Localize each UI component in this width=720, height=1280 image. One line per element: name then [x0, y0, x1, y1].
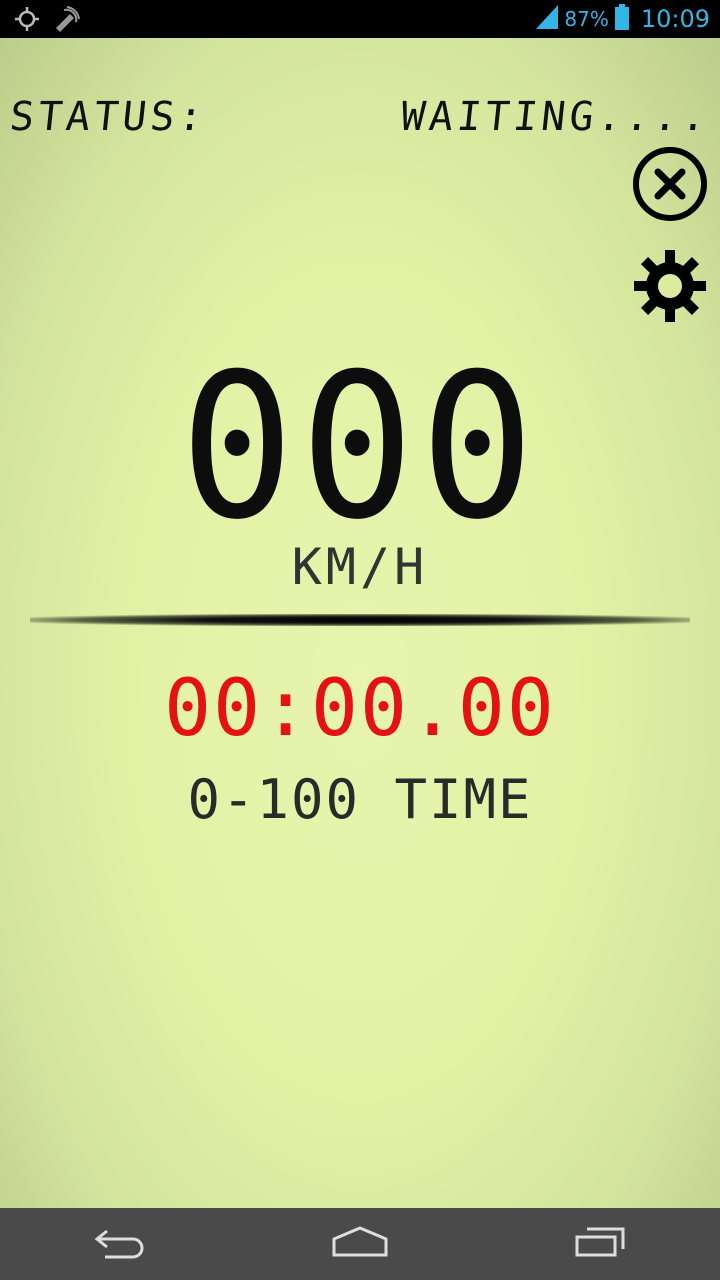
close-icon [632, 146, 708, 226]
lcd-display: STATUS: WAITING.... 000 KM/H 00:00.00 0-… [0, 38, 720, 1208]
gear-icon [632, 248, 708, 328]
speed-unit: KM/H [291, 538, 429, 596]
battery-percent: 87% [564, 7, 609, 31]
signal-icon [536, 5, 559, 33]
battery-icon [614, 4, 629, 34]
speed-readout: 000 [179, 331, 541, 564]
home-icon [331, 1225, 389, 1263]
status-label: STATUS: [7, 94, 209, 140]
clock: 10:09 [640, 5, 710, 33]
back-icon [93, 1225, 147, 1263]
gps-icon [14, 6, 40, 36]
navigation-bar [0, 1208, 720, 1280]
recents-icon [573, 1225, 627, 1263]
divider [30, 614, 690, 626]
timer-readout: 00:00.00 [164, 664, 556, 754]
settings-button[interactable] [632, 250, 708, 326]
timer-label: 0-100 TIME [187, 768, 533, 831]
satellite-icon [52, 6, 80, 36]
close-button[interactable] [632, 146, 708, 226]
status-bar: 87% 10:09 [0, 0, 720, 38]
status-value: WAITING.... [398, 94, 713, 140]
home-button[interactable] [305, 1208, 415, 1280]
back-button[interactable] [65, 1208, 175, 1280]
recents-button[interactable] [545, 1208, 655, 1280]
